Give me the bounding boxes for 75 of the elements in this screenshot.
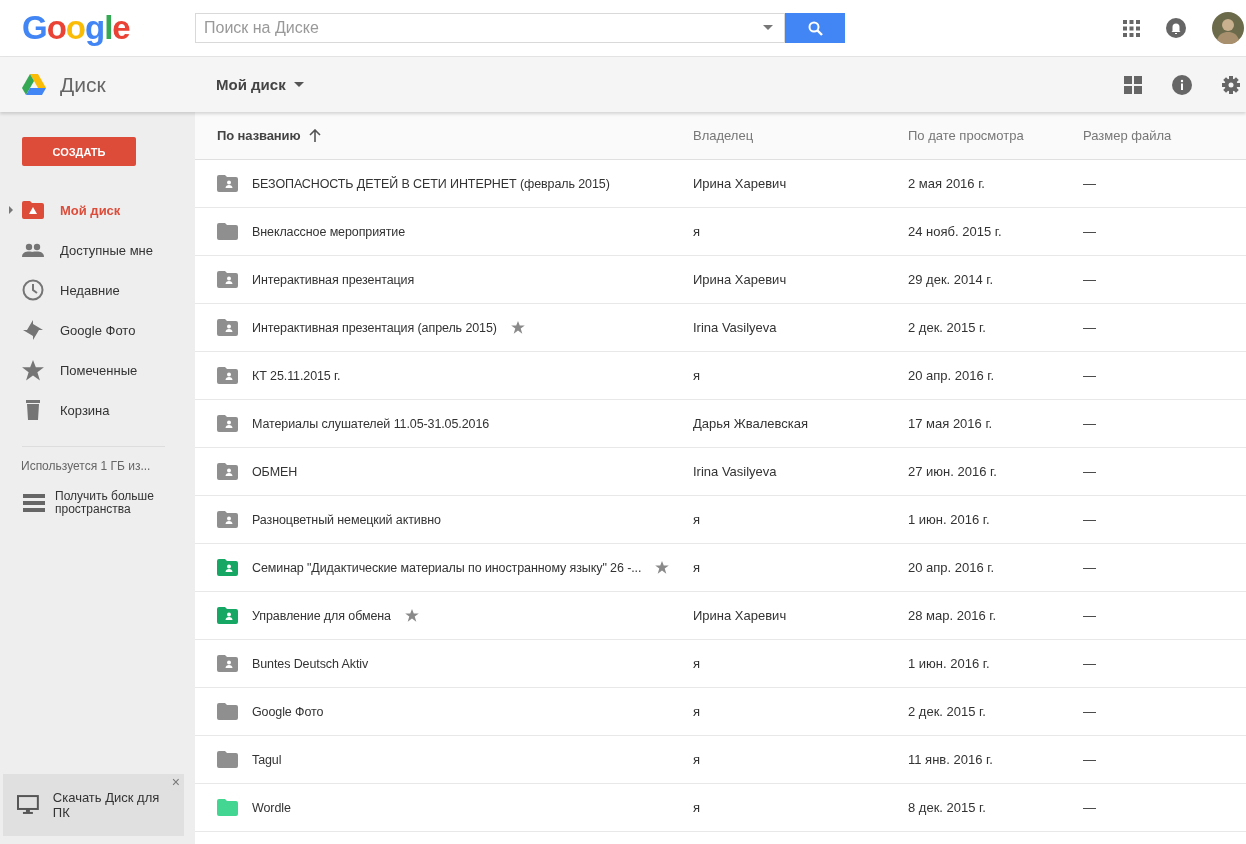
file-name[interactable]: Интерактивная презентация (апрель 2015) bbox=[252, 320, 497, 335]
sidebar-item[interactable]: Недавние bbox=[0, 270, 195, 310]
sidebar-item[interactable]: Доступные мне bbox=[0, 230, 195, 270]
date-cell: 1 июн. 2016 г. bbox=[908, 656, 990, 671]
date-cell: 2 дек. 2015 г. bbox=[908, 320, 986, 335]
size-cell: — bbox=[1083, 176, 1096, 191]
owner-cell: Ирина Харевич bbox=[693, 272, 787, 287]
date-cell: 1 июн. 2016 г. bbox=[908, 512, 990, 527]
date-cell: 8 дек. 2015 г. bbox=[908, 800, 986, 815]
sidebar-item[interactable]: Помеченные bbox=[0, 350, 195, 390]
sidebar-item[interactable]: Мой диск bbox=[0, 190, 195, 230]
date-cell: 2 мая 2016 г. bbox=[908, 176, 985, 191]
column-header[interactable]: Размер файла bbox=[1083, 128, 1246, 143]
file-name[interactable]: Wordle bbox=[252, 800, 291, 815]
date-cell: 28 мар. 2016 г. bbox=[908, 608, 996, 623]
date-cell: 2 дек. 2015 г. bbox=[908, 704, 986, 719]
column-header[interactable]: Владелец bbox=[693, 128, 908, 143]
column-header[interactable]: По дате просмотра bbox=[908, 128, 1083, 143]
download-promo[interactable]: Скачать Диск для ПК × bbox=[3, 774, 184, 836]
close-button[interactable]: × bbox=[171, 774, 180, 790]
location-dropdown[interactable]: Мой диск bbox=[195, 76, 304, 93]
file-name[interactable]: ОБМЕН bbox=[252, 464, 298, 479]
size-cell: — bbox=[1083, 320, 1096, 335]
file-name[interactable]: Внеклассное мероприятие bbox=[252, 224, 406, 239]
app-name: Диск bbox=[60, 72, 106, 97]
size-cell: — bbox=[1083, 512, 1096, 527]
size-cell: — bbox=[1083, 368, 1096, 383]
date-cell: 20 апр. 2016 г. bbox=[908, 368, 995, 383]
file-name[interactable]: Управление для обмена bbox=[252, 608, 391, 623]
get-more-storage-link[interactable]: Получить больше пространства bbox=[0, 473, 195, 516]
date-cell: 27 июн. 2016 г. bbox=[908, 464, 997, 479]
date-cell: 11 янв. 2016 г. bbox=[908, 752, 993, 767]
owner-cell: я bbox=[693, 224, 701, 239]
owner-cell: Irina Vasilyeva bbox=[693, 464, 777, 479]
owner-cell: я bbox=[693, 704, 701, 719]
column-header[interactable]: По названию bbox=[217, 128, 321, 143]
owner-cell: я bbox=[693, 752, 701, 767]
owner-cell: Irina Vasilyeva bbox=[693, 320, 777, 335]
file-name[interactable]: КТ 25.11.2015 г. bbox=[252, 368, 341, 383]
size-cell: — bbox=[1083, 656, 1096, 671]
date-cell: 29 дек. 2014 г. bbox=[908, 272, 994, 287]
file-name[interactable]: Google Фото bbox=[252, 704, 324, 719]
file-name[interactable]: Разноцветный немецкий активно bbox=[252, 512, 441, 527]
owner-cell: я bbox=[693, 800, 701, 815]
size-cell: — bbox=[1083, 224, 1096, 239]
size-cell: — bbox=[1083, 800, 1096, 815]
sidebar-item[interactable]: Google Фото bbox=[0, 310, 195, 350]
file-name[interactable]: Tagul bbox=[252, 752, 282, 767]
create-button[interactable]: СОЗДАТЬ bbox=[22, 137, 136, 166]
size-cell: — bbox=[1083, 560, 1096, 575]
owner-cell: я bbox=[693, 656, 701, 671]
owner-cell: Ирина Харевич bbox=[693, 608, 787, 623]
size-cell: — bbox=[1083, 704, 1096, 719]
date-cell: 17 мая 2016 г. bbox=[908, 416, 993, 431]
owner-cell: я bbox=[693, 512, 701, 527]
file-name[interactable]: Материалы слушателей 11.05-31.05.2016 bbox=[252, 416, 490, 431]
size-cell: — bbox=[1083, 608, 1096, 623]
owner-cell: я bbox=[693, 368, 701, 383]
owner-cell: Ирина Харевич bbox=[693, 176, 787, 191]
file-name[interactable]: Buntes Deutsch Aktiv bbox=[252, 656, 369, 671]
size-cell: — bbox=[1083, 272, 1096, 287]
date-cell: 20 апр. 2016 г. bbox=[908, 560, 995, 575]
size-cell: — bbox=[1083, 416, 1096, 431]
storage-usage: Используется 1 ГБ из... bbox=[20, 459, 152, 473]
owner-cell: Дарья Жвалевская bbox=[693, 416, 808, 431]
file-name[interactable]: Интерактивная презентация bbox=[252, 272, 415, 287]
search-field[interactable]: Поиск на Диске bbox=[195, 13, 785, 43]
file-name[interactable]: Семинар "Дидактические материалы по иностранному языку" 26 -... bbox=[252, 560, 642, 575]
size-cell: — bbox=[1083, 752, 1096, 767]
size-cell: — bbox=[1083, 464, 1096, 479]
logo[interactable]: Google bbox=[0, 9, 195, 47]
sidebar-item[interactable]: Корзина bbox=[0, 390, 195, 430]
file-name[interactable]: БЕЗОПАСНОСТЬ ДЕТЕЙ В СЕТИ ИНТЕРНЕТ (февраль 2015) bbox=[252, 176, 610, 191]
owner-cell: я bbox=[693, 560, 701, 575]
date-cell: 24 нояб. 2015 г. bbox=[908, 224, 1002, 239]
